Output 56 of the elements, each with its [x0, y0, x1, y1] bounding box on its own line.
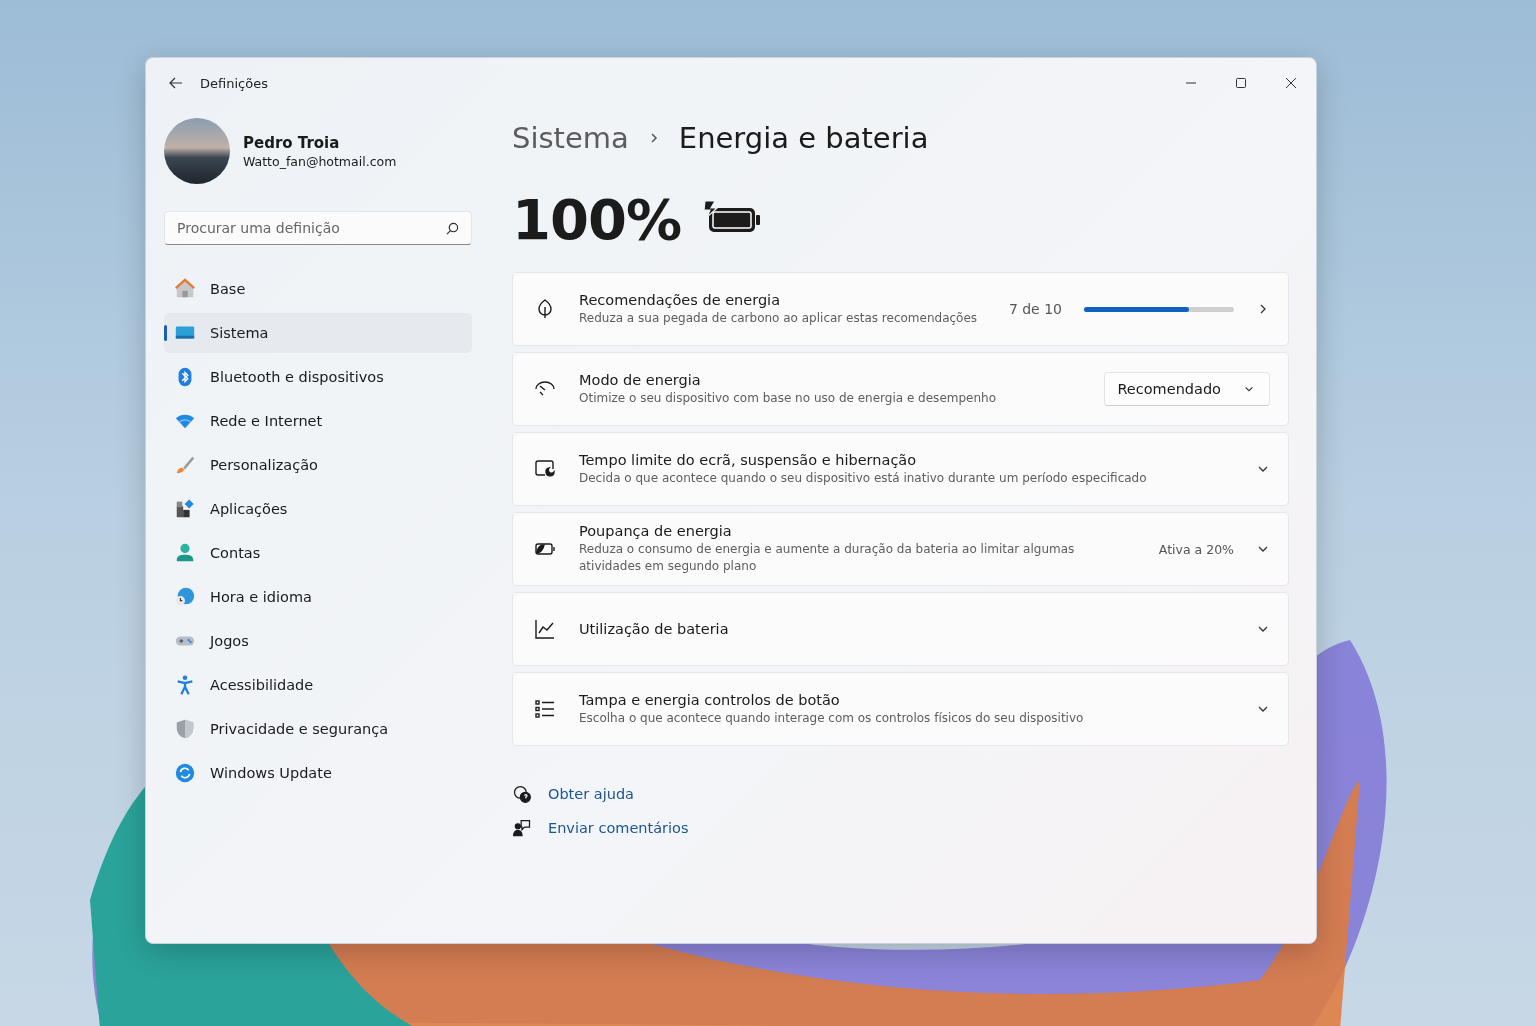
help-link[interactable]: Obter ajuda: [548, 786, 634, 802]
nav-item[interactable]: Privacidade e segurança: [164, 709, 472, 749]
settings-card[interactable]: Tempo limite do ecrã, suspensão e hibernação Decida o que acontece quando o seu dispositivo está inativo durante um período especificado: [512, 432, 1289, 506]
help-chat-icon: [512, 784, 532, 804]
maximize-icon: [1235, 77, 1247, 89]
nav-item[interactable]: Contas: [164, 533, 472, 573]
nav-item[interactable]: Jogos: [164, 621, 472, 661]
nav-item[interactable]: Base: [164, 269, 472, 309]
search-field[interactable]: Procurar uma definição: [164, 211, 472, 245]
list-icon: [533, 697, 557, 721]
settings-card[interactable]: Poupança de energia Reduza o consumo de energia e aumente a duração da bateria ao limitar algumas atividades em segundo plano Ativa a 20%: [512, 512, 1289, 586]
page-title: Energia e bateria: [678, 121, 929, 155]
card-title: Modo de energia: [579, 371, 702, 388]
card-title: Tampa e energia controlos de botão: [579, 691, 841, 708]
update-icon: [174, 762, 196, 784]
breadcrumb-link[interactable]: Sistema: [512, 121, 629, 155]
feedback-icon: [512, 818, 532, 838]
card-title: Recomendações de energia: [579, 291, 782, 308]
settings-card[interactable]: Modo de energia Otimize o seu dispositivo com base no uso de energia e desempenho Recomendado: [512, 352, 1289, 426]
nav-item[interactable]: Sistema: [164, 313, 472, 353]
settings-card[interactable]: Tampa e energia controlos de botão Escolha o que acontece quando interage com os controlos físicos do seu dispositivo: [512, 672, 1289, 746]
user-email: Watto_fan@hotmail.com: [243, 153, 397, 169]
brush-icon: [174, 454, 196, 476]
nav-item[interactable]: Hora e idioma: [164, 577, 472, 617]
help-link[interactable]: Enviar comentários: [548, 820, 689, 836]
battery-percentage: 100%: [512, 186, 681, 252]
close-icon: [1285, 77, 1297, 89]
nav-item[interactable]: Rede e Internet: [164, 401, 472, 441]
nav-item[interactable]: Acessibilidade: [164, 665, 472, 705]
settings-card[interactable]: Utilização de bateria: [512, 592, 1289, 666]
settings-card[interactable]: Recomendações de energia Reduza a sua pegada de carbono ao aplicar estas recomendações 7 de 10: [512, 272, 1289, 346]
apps-icon: [174, 498, 196, 520]
home-icon: [174, 278, 196, 300]
nav-item[interactable]: Aplicações: [164, 489, 472, 529]
window-title: Definições: [200, 75, 269, 91]
line-chart-icon: [533, 617, 557, 641]
power-mode-dropdown[interactable]: Recomendado: [1104, 372, 1270, 406]
card-title: Utilização de bateria: [579, 621, 730, 637]
back-arrow-icon: [168, 75, 184, 91]
search-icon: [446, 222, 459, 235]
globe-clock-icon: [174, 586, 196, 608]
progress-reading: 7 de 10: [1008, 301, 1062, 317]
user-name: Pedro Troia: [243, 133, 341, 152]
shield-icon: [174, 718, 196, 740]
card-title: Tempo limite do ecrã, suspensão e hibernação: [579, 451, 918, 468]
status-text: Ativa a 20%: [1158, 541, 1234, 557]
card-description: Decida o que acontece quando o seu dispositivo está inativo durante um período especificado: [579, 469, 1148, 487]
card-description: Escolha o que acontece quando interage com os controlos físicos do seu dispositivo: [579, 709, 1085, 727]
card-title: Poupança de energia: [579, 523, 733, 539]
nav-item[interactable]: Windows Update: [164, 753, 472, 793]
card-description: Otimize o seu dispositivo com base no uso de energia e desempenho: [579, 389, 997, 407]
person-icon: [174, 542, 196, 564]
card-description: Reduza a sua pegada de carbono ao aplicar estas recomendações: [579, 309, 979, 327]
nav-item[interactable]: Bluetooth e dispositivos: [164, 357, 472, 397]
card-description: Reduza o consumo de energia e aumente a duração da bateria ao limitar algumas atividades em segundo plano: [579, 541, 1076, 575]
nav-item[interactable]: Personalização: [164, 445, 472, 485]
